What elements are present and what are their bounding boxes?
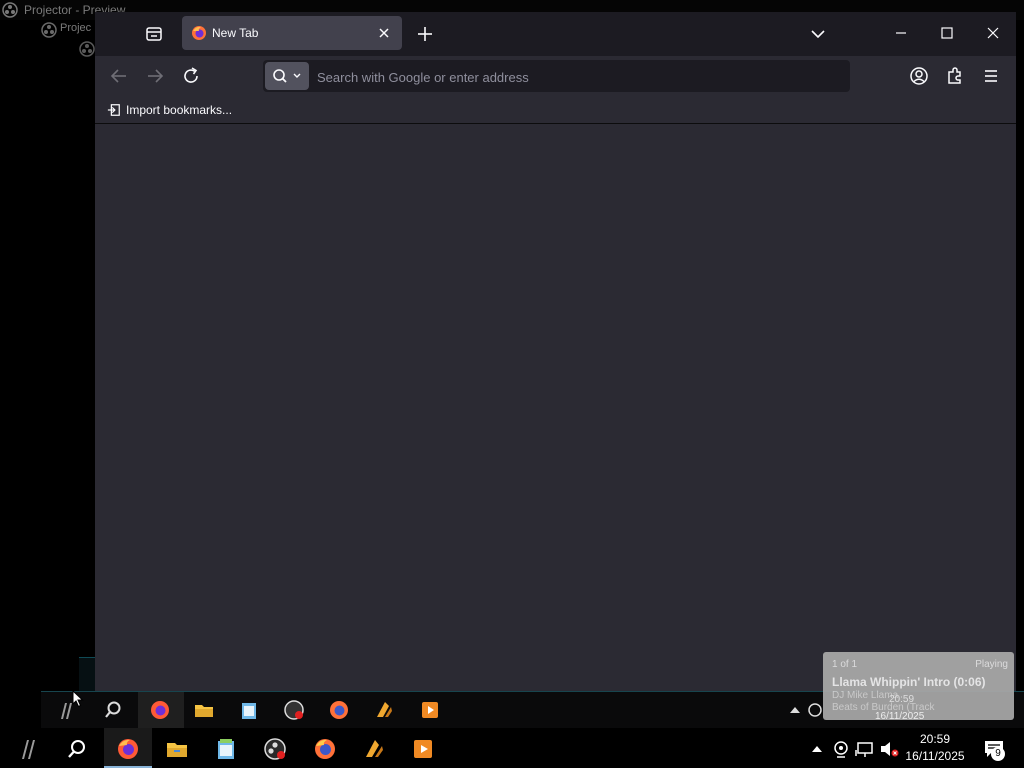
browser-window: New Tab Search with Google or enter addr… xyxy=(95,12,1016,695)
list-all-tabs-chevron-down-icon[interactable] xyxy=(805,22,831,46)
extensions-puzzle-icon[interactable] xyxy=(943,64,967,88)
media-player-icon xyxy=(422,702,438,718)
back-arrow-icon[interactable] xyxy=(107,64,131,88)
obs-studio-icon[interactable] xyxy=(263,737,287,761)
forward-arrow-icon[interactable] xyxy=(143,64,167,88)
minimize-button[interactable] xyxy=(887,20,915,46)
show-hidden-icons-icon xyxy=(790,707,800,713)
network-icon[interactable] xyxy=(853,737,877,761)
account-icon[interactable] xyxy=(907,64,931,88)
tray-webcam-icon[interactable] xyxy=(829,737,853,761)
obs-logo-icon xyxy=(79,41,95,57)
media-track-title: Llama Whippin' Intro (0:06) xyxy=(832,675,986,689)
file-explorer-icon[interactable] xyxy=(165,737,189,761)
maximize-button[interactable] xyxy=(933,20,961,46)
tab-strip: New Tab xyxy=(95,12,1016,56)
mouse-cursor-icon xyxy=(72,690,84,708)
winamp-icon[interactable] xyxy=(362,737,386,761)
reload-icon[interactable] xyxy=(179,64,203,88)
media-track-count: 1 of 1 xyxy=(832,659,858,670)
tab-close-button[interactable] xyxy=(372,21,396,45)
firefox-icon[interactable] xyxy=(313,737,337,761)
address-bar xyxy=(263,60,850,92)
firefox-favicon-icon xyxy=(192,26,206,40)
import-bookmarks-label: Import bookmarks... xyxy=(126,103,233,117)
close-icon xyxy=(379,28,389,38)
new-tab-button[interactable] xyxy=(411,21,439,47)
file-explorer-icon xyxy=(195,705,213,717)
window-close-button[interactable] xyxy=(979,20,1007,46)
projector-nested-title: Projec xyxy=(60,22,92,34)
bookmarks-toolbar: Import bookmarks... xyxy=(95,96,1016,124)
notepad-icon[interactable] xyxy=(214,737,238,761)
address-input[interactable] xyxy=(315,64,839,90)
media-notification[interactable]: 1 of 1 Playing Llama Whippin' Intro (0:0… xyxy=(823,652,1014,722)
tab-new-tab[interactable]: New Tab xyxy=(182,16,402,50)
show-hidden-icons-icon[interactable] xyxy=(805,737,829,761)
tab-title: New Tab xyxy=(212,26,259,40)
search-icon[interactable] xyxy=(65,737,89,761)
navigation-toolbar xyxy=(95,56,1016,96)
firefox-view-icon[interactable] xyxy=(139,20,169,48)
taskbar-clock-date[interactable]: 16/11/2025 xyxy=(898,749,972,763)
notification-count-badge: 9 xyxy=(991,747,1005,761)
search-icon xyxy=(105,701,121,718)
firefox-nightly-icon[interactable] xyxy=(116,737,140,761)
firefox-nightly-icon xyxy=(151,701,169,719)
winamp-icon xyxy=(377,702,392,717)
obs-logo-icon xyxy=(2,2,18,18)
page-content[interactable] xyxy=(95,124,1016,695)
notepad-icon xyxy=(242,703,256,719)
obs-logo-icon xyxy=(41,22,57,38)
media-playback-status: Playing xyxy=(975,659,1008,670)
media-overlay-date: 16/11/2025 xyxy=(875,711,925,722)
firefox-icon xyxy=(330,701,348,719)
start-button-icon[interactable] xyxy=(16,737,40,761)
obs-studio-icon xyxy=(284,700,304,720)
media-player-icon[interactable] xyxy=(411,737,435,761)
taskbar-clock-time[interactable]: 20:59 xyxy=(910,732,960,746)
search-icon xyxy=(273,69,301,83)
media-overlay-time: 20:59 xyxy=(889,694,915,705)
import-icon xyxy=(107,104,120,116)
taskbar: 20:59 16/11/2025 9 xyxy=(0,728,1024,768)
import-bookmarks-button[interactable]: Import bookmarks... xyxy=(107,101,232,119)
hamburger-menu-icon[interactable] xyxy=(979,64,1003,88)
search-engine-button[interactable] xyxy=(265,62,309,90)
